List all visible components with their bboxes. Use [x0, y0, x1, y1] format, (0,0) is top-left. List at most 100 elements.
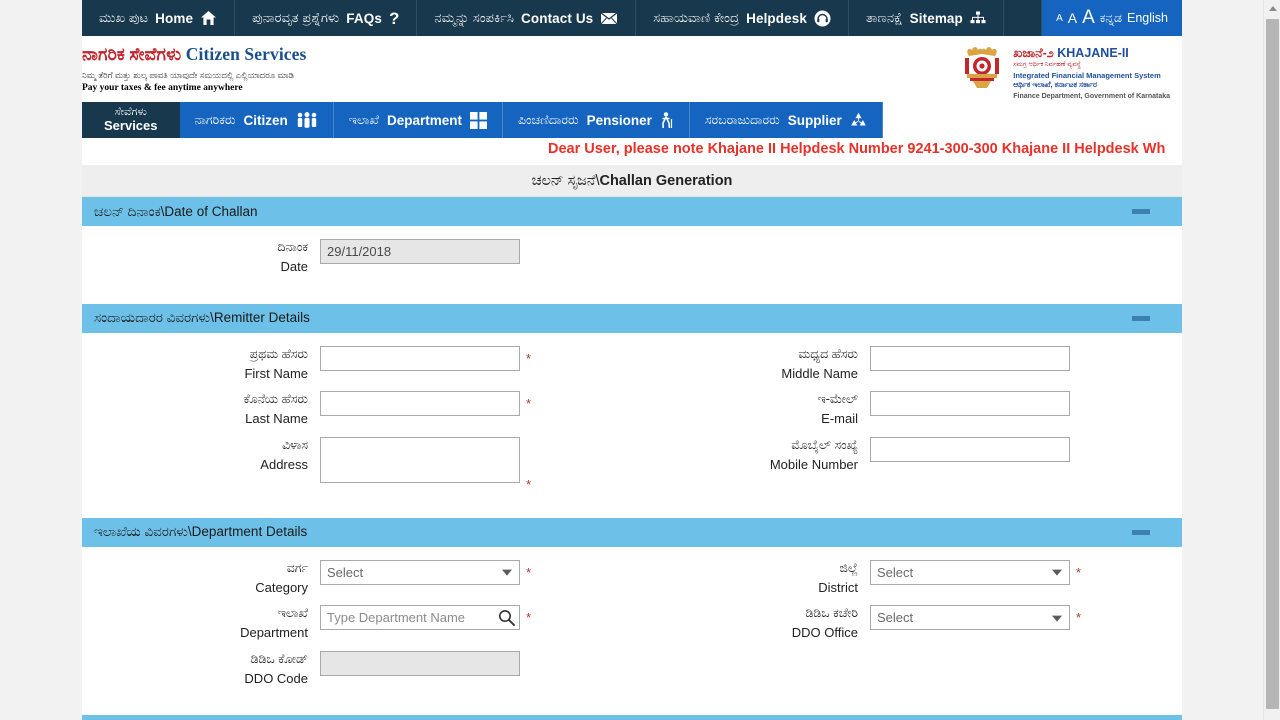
field-label-middle-name: ಮಧ್ಯದ ಹೆಸರು Middle Name: [632, 343, 870, 385]
middle-name-input[interactable]: [870, 345, 1070, 371]
field-label-en: District: [818, 579, 858, 595]
panel-body-remitter-details: ಪ್ರಥಮ ಹೆಸರು First Name * ಮಧ್ಯದ ಹೆಸರು Mid…: [82, 332, 1182, 502]
panel-header-remitter-details[interactable]: ಸಂದಾಯದಾರರ ವಿವರಗಳು\Remitter Details: [82, 303, 1182, 333]
ddo-office-select[interactable]: Select: [870, 605, 1070, 631]
field-label-en: Mobile Number: [769, 456, 858, 472]
nav-item-department[interactable]: ಇಲಾಖೆ Department: [334, 102, 503, 138]
nav-citizen-label-en: Citizen: [243, 112, 288, 128]
field-control-email: [870, 388, 1182, 430]
page-title-kn: ಚಲನ್ ಸೃಜನೆ: [531, 172, 596, 189]
panel-title-en: Department Details: [191, 524, 308, 540]
nav-item-supplier[interactable]: ಸರಬರಾಜುದಾರರು Supplier: [690, 102, 883, 138]
brand-band: ನಾಗರಿಕ ಸೇವೆಗಳು Citizen Services ನಿಮ್ಮ ತೆ…: [82, 36, 1182, 102]
nav-citizen-label-kn: ನಾಗರಿಕರು: [194, 112, 236, 127]
scroll-up-button[interactable]: [1264, 0, 1280, 17]
email-input[interactable]: [870, 391, 1070, 417]
vertical-scrollbar[interactable]: [1263, 0, 1280, 720]
topnav-item-contact-us[interactable]: ನಮ್ಮನ್ನು ಸಂಪರ್ಕಿಸಿ Contact Us: [417, 0, 637, 36]
field-label-kn: ಕೊನೆಯ ಹೆಸರು: [243, 392, 308, 407]
field-label-kn: ಡಿಡಿಒ ಕಚೇರಿ: [805, 606, 859, 621]
nav-item-pensioner[interactable]: ಪಿಂಚಣಿದಾರರು Pensioner: [503, 102, 690, 138]
field-label-en: Address: [260, 456, 308, 472]
panel-minimize-button[interactable]: [1132, 315, 1150, 321]
first-name-input[interactable]: [320, 345, 520, 371]
topnav-helpdesk-label-en: Helpdesk: [746, 10, 807, 26]
nav-services-label-kn: ಸೇವೆಗಳು: [114, 106, 147, 119]
field-label-kn: ಪ್ರಥಮ ಹೆಸರು: [249, 346, 308, 361]
field-label-department: ಇಲಾಖೆ Department: [82, 602, 320, 644]
field-label-email: ಇ-ಮೇಲ್ E-mail: [632, 388, 870, 430]
field-cell-middle-name: ಮಧ್ಯದ ಹೆಸರು Middle Name: [632, 343, 1182, 385]
field-cell-ddo-code: ಡಿಡಿಒ ಕೋಡ್ DDO Code: [82, 648, 632, 690]
field-label-kn: ಇಲಾಖೆ: [277, 606, 308, 621]
karnataka-emblem-icon: [959, 44, 1005, 92]
category-select-value: Select: [327, 564, 364, 580]
page-column: ಮುಖ ಪುಟ Home ಪುನಾರವೃತ ಪ್ರಶ್ನೆಗಳು FAQs ? …: [82, 0, 1182, 720]
required-asterisk: *: [526, 564, 532, 580]
last-name-input[interactable]: [320, 391, 520, 417]
topnav-item-faqs[interactable]: ಪುನಾರವೃತ ಪ್ರಶ್ನೆಗಳು FAQs ?: [235, 0, 418, 36]
ddo-code-input[interactable]: [320, 650, 520, 676]
brand-title: ನಾಗರಿಕ ಸೇವೆಗಳು Citizen Services: [82, 44, 306, 65]
panel-header-department-details[interactable]: ಇಲಾಖೆಯ ವಿವರಗಳು\Department Details: [82, 517, 1182, 547]
scrollbar-thumb[interactable]: [1266, 19, 1279, 709]
panel-header-date-of-challan[interactable]: ಚಲನ್ ದಿನಾಂಕ\Date of Challan: [82, 197, 1182, 226]
date-input[interactable]: [320, 239, 520, 264]
field-label-district: ಜಿಲ್ಲೆ District: [632, 557, 870, 599]
khajane-ifms-en: Integrated Financial Management System: [1013, 71, 1161, 80]
question-mark-icon: ?: [388, 8, 400, 28]
recycle-icon: [850, 112, 867, 128]
language-english-link[interactable]: English: [1127, 11, 1168, 25]
topnav-item-home[interactable]: ಮುಖ ಪುಟ Home: [82, 0, 236, 36]
required-asterisk: *: [1076, 610, 1082, 626]
nav-item-citizen[interactable]: ನಾಗರಿಕರು Citizen: [180, 102, 334, 138]
brand-title-kn: ನಾಗರಿಕ ಸೇವೆಗಳು: [82, 44, 182, 64]
category-select[interactable]: Select: [320, 559, 520, 585]
field-control-middle-name: [870, 343, 1182, 385]
language-and-fontsize-controls: A A A ಕನ್ನಡ English: [1042, 0, 1182, 36]
person-cane-icon: [660, 111, 674, 129]
department-search-input[interactable]: [320, 605, 520, 631]
topnav-sitemap-label-en: Sitemap: [909, 10, 963, 26]
topnav-item-helpdesk[interactable]: ಸಹಾಯವಾಣಿ ಕೇಂದ್ರ Helpdesk: [636, 0, 849, 36]
panel-header-purpose-details[interactable]: ಉದ್ದೇಶದ ವಿವರಗಳು\Purpose Details: [82, 715, 1182, 720]
search-icon[interactable]: [498, 609, 515, 631]
chevron-down-icon: [1052, 569, 1062, 576]
panel-minimize-button[interactable]: [1132, 529, 1150, 535]
nav-item-services[interactable]: ಸೇವೆಗಳು Services: [82, 102, 180, 138]
field-label-kn: ವಿಳಾಸ: [282, 437, 308, 452]
field-label-kn: ದಿನಾಂಕ: [277, 240, 308, 254]
field-control-ddo-office: Select *: [870, 602, 1182, 644]
required-asterisk: *: [526, 350, 532, 366]
panel-title-kn: ಸಂದಾಯದಾರರ ವಿವರಗಳು: [94, 310, 211, 326]
topnav-item-sitemap[interactable]: ತಾಣನಕ್ಷೆ Sitemap: [849, 0, 1004, 36]
font-size-large-button[interactable]: A: [1082, 7, 1095, 29]
mobile-number-input[interactable]: [870, 436, 1070, 462]
field-label-first-name: ಪ್ರಥಮ ಹೆಸರು First Name: [82, 343, 320, 385]
field-label-kn: ವರ್ಗ: [286, 560, 308, 575]
grid-icon: [469, 111, 487, 129]
font-size-small-button[interactable]: A: [1056, 13, 1063, 24]
language-kannada-link[interactable]: ಕನ್ನಡ: [1100, 11, 1122, 26]
department-search-wrapper: [320, 605, 520, 631]
page-title: ಚಲನ್ ಸೃಜನೆ \ Challan Generation: [82, 165, 1182, 197]
field-cell-address: ವಿಳಾಸ Address *: [82, 434, 632, 492]
brand-left: ನಾಗರಿಕ ಸೇವೆಗಳು Citizen Services ನಿಮ್ಮ ತೆ…: [82, 44, 306, 93]
district-select[interactable]: Select: [870, 559, 1070, 585]
panel-minimize-button[interactable]: [1132, 209, 1150, 214]
topnav-faqs-label-en: FAQs: [346, 10, 382, 26]
envelope-icon: [600, 11, 619, 25]
field-control-date: [320, 236, 632, 278]
topnav-faqs-label-kn: ಪುನಾರವೃತ ಪ್ರಶ್ನೆಗಳು: [252, 10, 340, 25]
khajane-logo-text: ಖಜಾನೆ-೨ KHAJANE-II ಸಮಗ್ರ ಆರ್ಥಿಕ ನಿರ್ವಹಣೆ…: [1013, 44, 1170, 100]
required-asterisk: *: [526, 476, 532, 492]
field-row: ವಿಳಾಸ Address * ಮೊಬೈಲ್ ಸಂಖ್ಯೆ Mobile Num…: [82, 434, 1182, 492]
chevron-down-icon: [1052, 615, 1062, 622]
nav-department-label-en: Department: [386, 112, 462, 128]
field-label-kn: ಡಿಡಿಒ ಕೋಡ್: [250, 651, 308, 666]
address-textarea[interactable]: [320, 436, 520, 483]
panel-title-kn: ಇಲಾಖೆಯ ವಿವರಗಳು: [94, 524, 188, 540]
main-nav: ಸೇವೆಗಳು Services ನಾಗರಿಕರು Citizen ಇಲಾಖೆ …: [82, 102, 1182, 138]
font-size-medium-button[interactable]: A: [1068, 10, 1077, 26]
home-icon: [200, 10, 217, 26]
